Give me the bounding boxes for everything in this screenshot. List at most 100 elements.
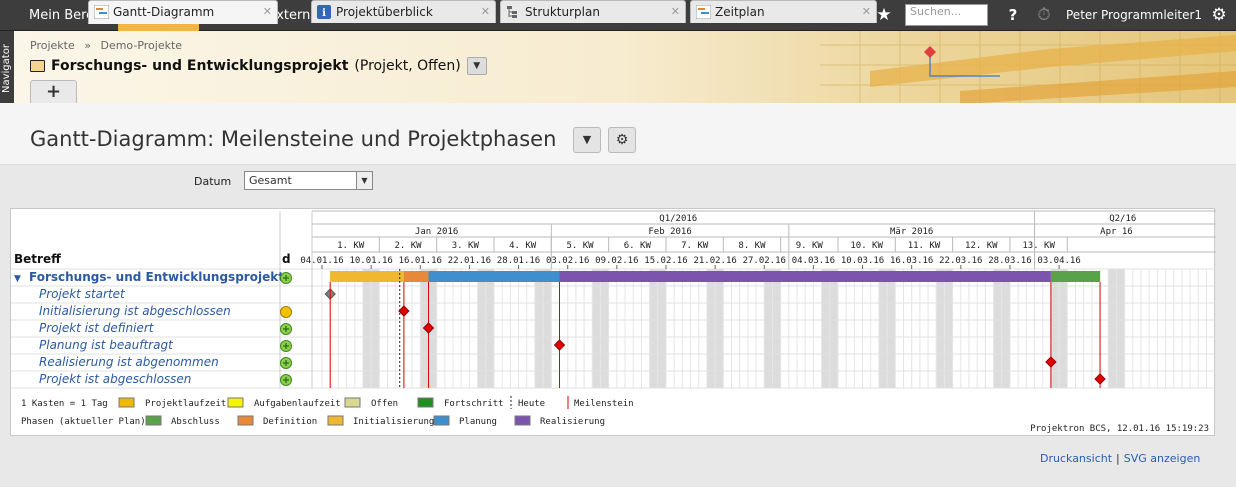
breadcrumb-separator: » bbox=[84, 39, 91, 52]
milestone-diamond bbox=[1094, 373, 1106, 385]
column-header-betreff: Betreff bbox=[14, 252, 61, 266]
milestone-diamond bbox=[398, 305, 410, 317]
date-label: 10.03.16 bbox=[841, 256, 884, 266]
user-name[interactable]: Peter Programmleiter1 bbox=[1066, 0, 1202, 31]
footer-separator: | bbox=[1116, 452, 1120, 465]
legend-label: Heute bbox=[518, 399, 545, 409]
week-label: 12. KW bbox=[965, 241, 998, 251]
tab-label: Zeitplan bbox=[715, 5, 765, 19]
legend-swatch bbox=[227, 397, 244, 408]
page-title: Gantt-Diagramm: Meilensteine und Projekt… bbox=[30, 127, 557, 151]
navigator-label: Navigator bbox=[1, 44, 12, 93]
milestone-diamond bbox=[553, 339, 566, 351]
print-view-link[interactable]: Druckansicht bbox=[1040, 452, 1112, 465]
date-label: 03.04.16 bbox=[1037, 256, 1080, 266]
gantt-chart-svg: Q1/2016 Q2/16 Jan 2016 Feb 2016 Mär 2016 Apr … bbox=[11, 210, 1216, 434]
filter-row: Datum Gesamt ▼ bbox=[0, 166, 1236, 206]
date-label: 22.01.16 bbox=[448, 256, 491, 266]
date-label: 28.03.16 bbox=[988, 256, 1031, 266]
week-label: 2. KW bbox=[394, 241, 422, 251]
gantt-row-label: Initialisierung ist abgeschlossen bbox=[39, 304, 231, 318]
week-label: 11. KW bbox=[908, 241, 941, 251]
gear-icon[interactable]: ⚙ bbox=[1208, 4, 1230, 26]
week-label: 8. KW bbox=[738, 241, 766, 251]
info-icon: i bbox=[317, 5, 331, 19]
week-label: 13. KW bbox=[1022, 241, 1055, 251]
search-input[interactable]: Suchen... bbox=[905, 4, 988, 26]
datum-select[interactable]: Gesamt ▼ bbox=[244, 171, 373, 190]
week-label: 6. KW bbox=[624, 241, 652, 251]
week-label: 1. KW bbox=[337, 241, 365, 251]
stopwatch-icon[interactable]: ⏱ bbox=[1033, 4, 1055, 26]
week-label: 5. KW bbox=[566, 241, 594, 251]
project-title: Forschungs- und Entwicklungsprojekt (Pro… bbox=[30, 57, 487, 75]
column-header-d: d bbox=[282, 252, 291, 266]
date-label: 16.01.16 bbox=[399, 256, 442, 266]
gantt-row-label: Planung ist beauftragt bbox=[39, 338, 174, 352]
gantt-row-label: Projekt startet bbox=[39, 287, 126, 301]
date-label: 16.03.16 bbox=[890, 256, 933, 266]
gantt-row-label: Forschungs- und Entwicklungsprojekt bbox=[29, 270, 284, 284]
month-label: Jan 2016 bbox=[415, 227, 458, 237]
legend-phase-swatch bbox=[433, 415, 450, 426]
settings-gear-button[interactable]: ⚙ bbox=[608, 127, 636, 153]
date-label: 28.01.16 bbox=[497, 256, 540, 266]
date-label: 21.02.16 bbox=[693, 256, 736, 266]
legend-label: Fortschritt bbox=[444, 399, 504, 409]
close-tab-icon[interactable]: ✕ bbox=[263, 1, 272, 23]
date-label: 04.01.16 bbox=[300, 256, 343, 266]
tab-projektueberblick[interactable]: i Projektüberblick ✕ bbox=[311, 0, 496, 23]
project-menu-dropdown-button[interactable]: ▼ bbox=[466, 57, 487, 75]
folder-icon bbox=[30, 60, 45, 72]
phase-bar-planung bbox=[428, 271, 560, 282]
structure-tree-icon bbox=[507, 6, 517, 18]
datum-label: Datum bbox=[194, 175, 232, 188]
week-label: 9. KW bbox=[796, 241, 824, 251]
legend-label: Definition bbox=[263, 417, 317, 427]
date-label: 10.01.16 bbox=[349, 256, 392, 266]
close-tab-icon[interactable]: ✕ bbox=[671, 1, 680, 23]
month-label: Mär 2016 bbox=[890, 227, 933, 237]
add-tab-button[interactable]: + bbox=[30, 80, 77, 103]
svg-text:i: i bbox=[322, 8, 326, 19]
month-label: Apr 16 bbox=[1100, 227, 1133, 237]
week-label: 3. KW bbox=[452, 241, 480, 251]
gantt-chart-panel: Q1/2016 Q2/16 Jan 2016 Feb 2016 Mär 2016 Apr … bbox=[10, 208, 1216, 436]
breadcrumb-projekte[interactable]: Projekte bbox=[30, 39, 75, 52]
footer-links: Druckansicht | SVG anzeigen bbox=[1040, 452, 1200, 465]
help-icon[interactable]: ? bbox=[1002, 4, 1024, 26]
breadcrumb-demo-projekte[interactable]: Demo-Projekte bbox=[100, 39, 182, 52]
close-tab-icon[interactable]: ✕ bbox=[862, 1, 871, 23]
legend-phase-swatch bbox=[514, 415, 531, 426]
week-label: 10. KW bbox=[850, 241, 883, 251]
tab-label: Strukturplan bbox=[525, 5, 600, 19]
legend-phase-swatch bbox=[145, 415, 162, 426]
month-label: Feb 2016 bbox=[648, 227, 691, 237]
gantt-chart-icon bbox=[696, 5, 711, 19]
legend-label: Abschluss bbox=[171, 417, 220, 427]
phase-bar-initialisierung bbox=[330, 271, 404, 282]
legend-label: Projektlaufzeit bbox=[145, 399, 226, 409]
navigator-sidebar-toggle[interactable]: Navigator bbox=[0, 31, 14, 103]
date-label: 04.03.16 bbox=[792, 256, 835, 266]
tab-gantt-diagramm[interactable]: Gantt-Diagramm ✕ bbox=[88, 0, 278, 24]
view-options-dropdown-button[interactable]: ▼ bbox=[573, 127, 601, 153]
chevron-down-icon: ▼ bbox=[356, 172, 372, 189]
week-label: 4. KW bbox=[509, 241, 537, 251]
date-label: 15.02.16 bbox=[644, 256, 687, 266]
expand-triangle-icon: ▼ bbox=[14, 274, 21, 284]
legend-phase-swatch bbox=[327, 415, 344, 426]
close-tab-icon[interactable]: ✕ bbox=[481, 1, 490, 23]
tab-strukturplan[interactable]: Strukturplan ✕ bbox=[500, 0, 686, 23]
breadcrumb: Projekte » Demo-Projekte bbox=[30, 39, 182, 52]
gantt-row-label: Projekt ist definiert bbox=[39, 321, 155, 335]
date-label: 09.02.16 bbox=[595, 256, 638, 266]
tab-zeitplan[interactable]: Zeitplan ✕ bbox=[690, 0, 877, 23]
date-label: 27.02.16 bbox=[743, 256, 786, 266]
svg-view-link[interactable]: SVG anzeigen bbox=[1124, 452, 1201, 465]
legend-label: Offen bbox=[371, 399, 398, 409]
gantt-row-label: Projekt ist abgeschlossen bbox=[39, 372, 191, 386]
legend-swatch bbox=[344, 397, 361, 408]
gantt-row-label: Realisierung ist abgenommen bbox=[39, 355, 219, 369]
legend-phases-label: Phasen (aktueller Plan): bbox=[21, 417, 151, 427]
